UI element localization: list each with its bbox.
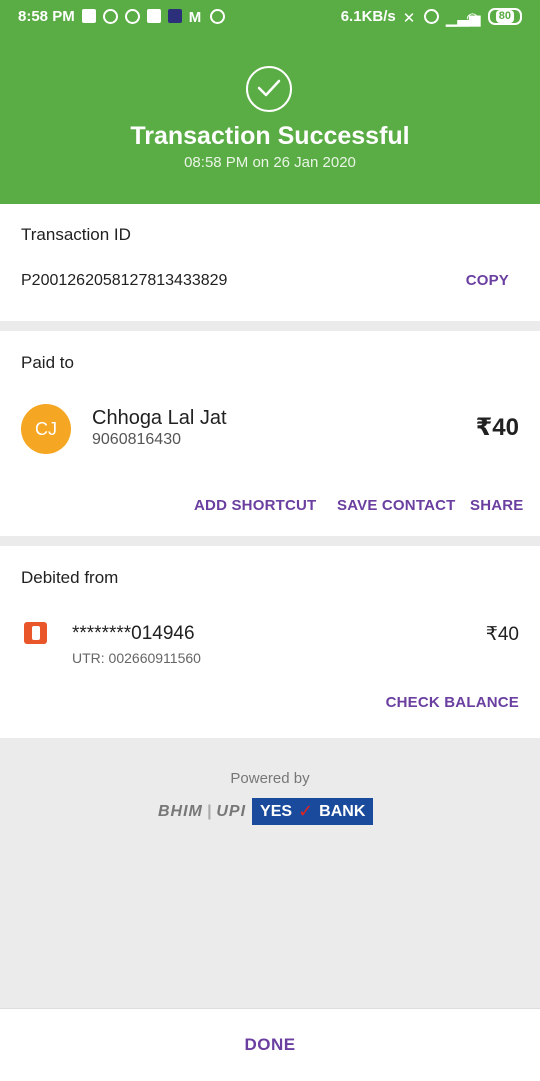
battery-level: 80 xyxy=(495,9,514,23)
upi-text: UPI xyxy=(216,802,247,820)
powered-by-label: Powered by xyxy=(230,770,310,787)
mute-icon: ✕ xyxy=(402,10,416,27)
paid-amount: ₹40 xyxy=(475,414,519,441)
add-shortcut-button[interactable]: ADD SHORTCUT xyxy=(194,497,316,514)
done-bar: DONE xyxy=(0,1008,540,1081)
transaction-id-label: Transaction ID xyxy=(21,225,131,244)
debited-amount: ₹40 xyxy=(485,624,519,645)
debited-from-label: Debited from xyxy=(21,568,119,587)
message-icon xyxy=(81,9,96,23)
network-speed: 6.1KB/s xyxy=(340,7,396,25)
signal-icon: ▁▃▅ xyxy=(445,10,481,27)
paid-to-card: Paid to CJ Chhoga Lal Jat 9060816430 ₹40… xyxy=(0,331,540,536)
status-left: 8:58 PM M xyxy=(18,7,225,26)
app-icon xyxy=(124,8,140,24)
photo-icon xyxy=(146,9,161,23)
status-bar: 8:58 PM M 6.1KB/s ✕ ▁▃▅ ◠ 80 xyxy=(0,0,540,32)
battery-icon: 80 xyxy=(487,7,522,25)
payee-phone: 9060816430 xyxy=(92,431,181,448)
checkmark-circle-icon xyxy=(246,66,292,112)
alarm-icon xyxy=(423,8,439,24)
yes-bank-tick-icon: ✓ xyxy=(298,801,314,821)
logo-separator: | xyxy=(206,802,213,820)
status-right: 6.1KB/s ✕ ▁▃▅ ◠ 80 xyxy=(340,7,522,27)
bank-text: BANK xyxy=(319,802,366,820)
status-time: 8:58 PM xyxy=(18,7,75,25)
success-header: Transaction Successful 08:58 PM on 26 Ja… xyxy=(0,32,540,204)
whatsapp-icon xyxy=(102,8,118,24)
account-number: ********014946 xyxy=(72,623,195,644)
save-contact-button[interactable]: SAVE CONTACT xyxy=(337,497,456,514)
wifi-icon: ◠ xyxy=(466,10,479,27)
transaction-id-card: Transaction ID P2001262058127813433829 C… xyxy=(0,204,540,321)
bhim-upi-logo: BHIM | UPI xyxy=(158,803,246,821)
share-button[interactable]: SHARE xyxy=(470,497,524,514)
transaction-datetime: 08:58 PM on 26 Jan 2020 xyxy=(184,154,356,171)
app-icon xyxy=(167,9,182,23)
copy-button[interactable]: COPY xyxy=(466,272,509,289)
partner-logos: BHIM | UPI YES ✓ BANK xyxy=(158,798,374,825)
target-icon xyxy=(209,8,225,24)
done-button[interactable]: DONE xyxy=(244,1035,295,1055)
page-title: Transaction Successful xyxy=(130,122,410,150)
bhim-text: BHIM xyxy=(158,802,203,820)
avatar: CJ xyxy=(21,404,71,454)
payee-name: Chhoga Lal Jat xyxy=(92,407,227,429)
yes-bank-logo: YES ✓ BANK xyxy=(252,798,374,825)
transaction-id-value: P2001262058127813433829 xyxy=(21,272,228,289)
utr-number: UTR: 002660911560 xyxy=(72,650,201,666)
debited-from-card: Debited from ********014946 UTR: 0026609… xyxy=(0,546,540,738)
gmail-icon: M xyxy=(188,9,202,26)
bank-logo-icon xyxy=(24,622,47,644)
check-balance-button[interactable]: CHECK BALANCE xyxy=(386,694,519,711)
yes-text: YES xyxy=(260,802,293,820)
paid-to-label: Paid to xyxy=(21,353,74,372)
